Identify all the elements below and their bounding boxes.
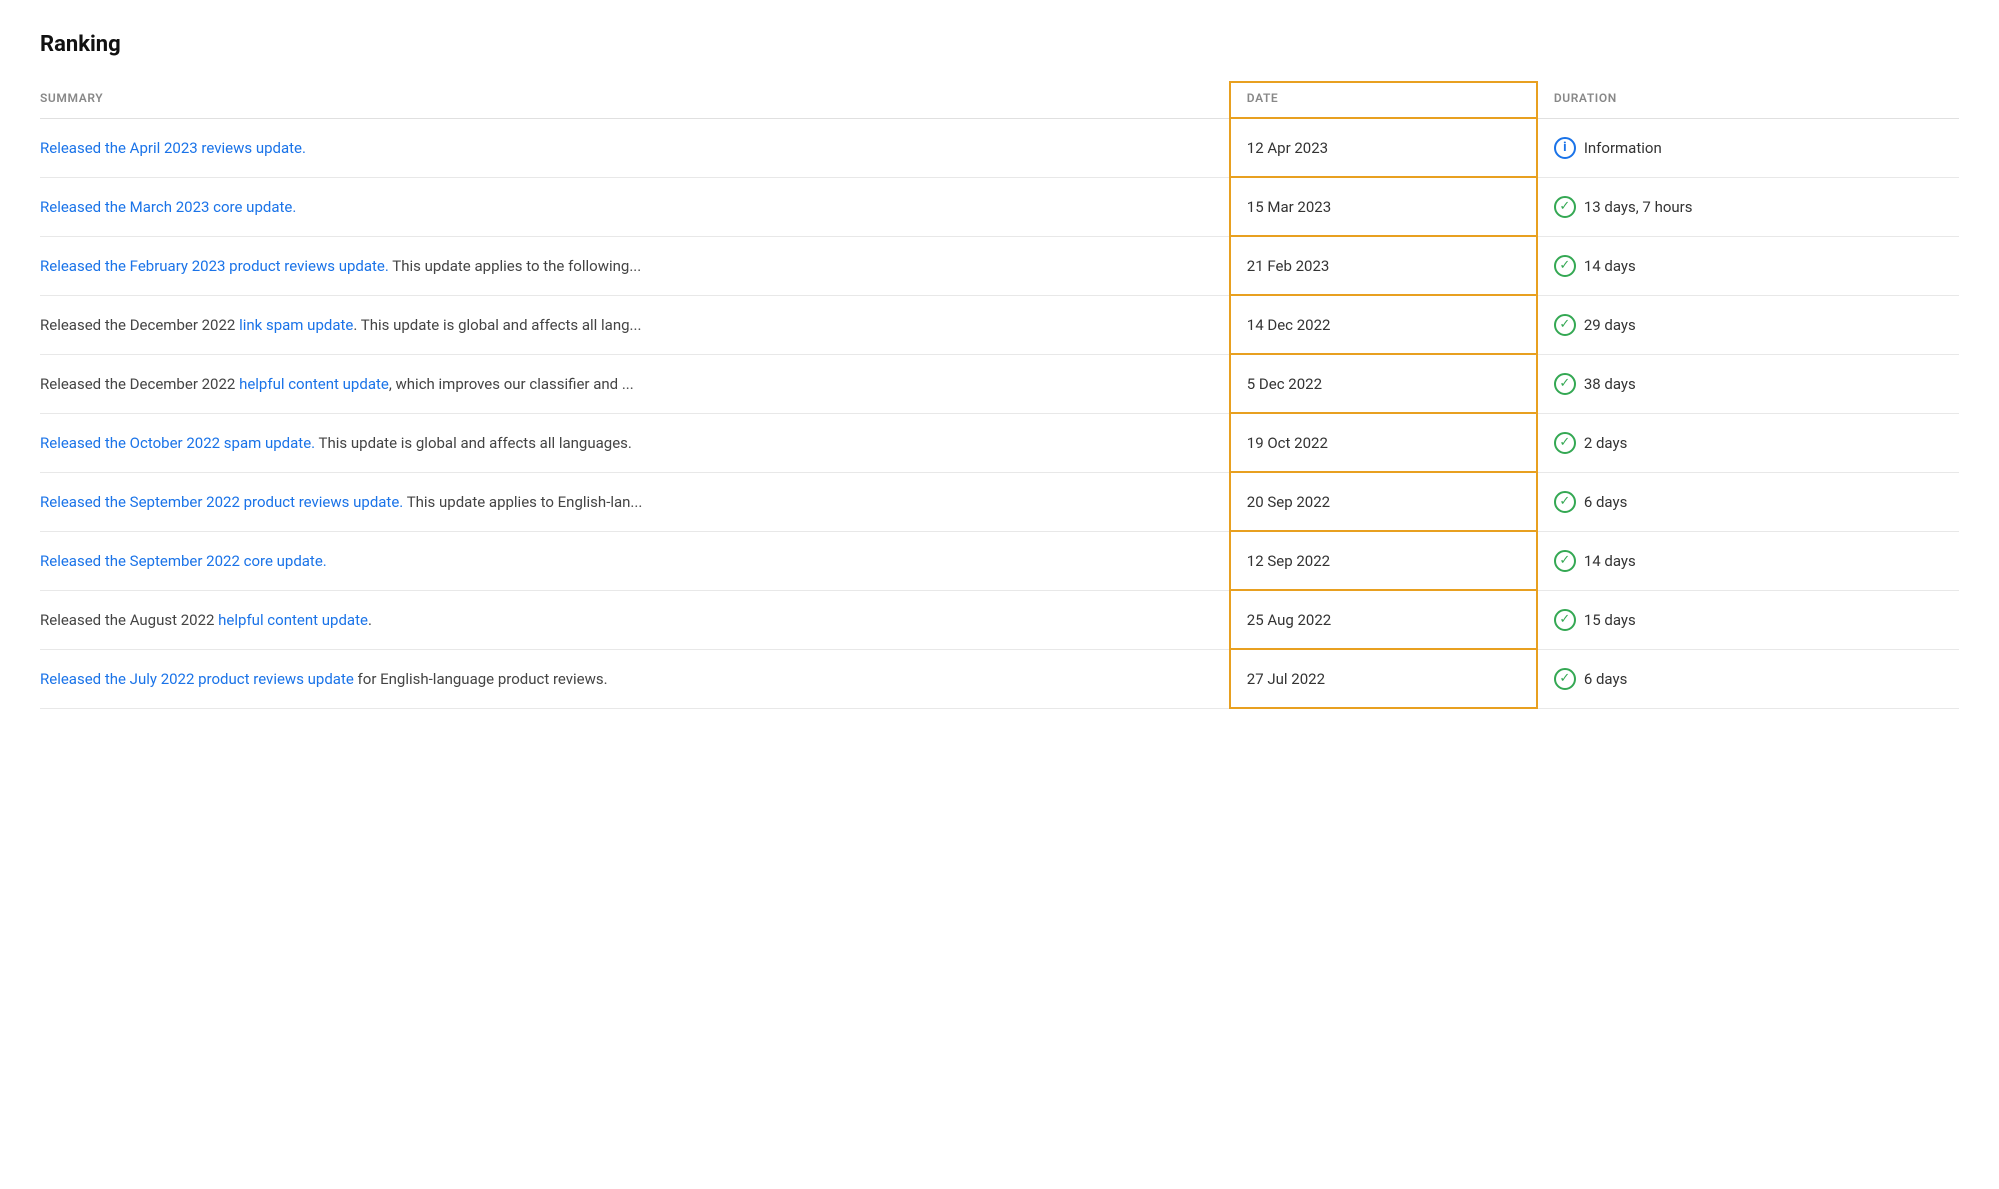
- info-icon: i: [1554, 137, 1576, 159]
- summary-cell: Released the March 2023 core update.: [40, 177, 1230, 236]
- table-row: Released the September 2022 product revi…: [40, 472, 1959, 531]
- duration-label: 29 days: [1584, 316, 1636, 334]
- column-header-duration: DURATION: [1537, 82, 1959, 118]
- summary-cell: Released the April 2023 reviews update.: [40, 118, 1230, 177]
- page-title: Ranking: [40, 32, 1959, 57]
- summary-text: , which improves our classifier and ...: [389, 375, 634, 393]
- summary-cell: Released the September 2022 product revi…: [40, 472, 1230, 531]
- table-row: Released the March 2023 core update. 15 M…: [40, 177, 1959, 236]
- date-cell: 19 Oct 2022: [1230, 413, 1537, 472]
- table-row: Released the October 2022 spam update. T…: [40, 413, 1959, 472]
- date-cell: 20 Sep 2022: [1230, 472, 1537, 531]
- duration-cell: ✓ 13 days, 7 hours: [1537, 177, 1959, 236]
- duration-cell: ✓ 29 days: [1537, 295, 1959, 354]
- check-icon: ✓: [1554, 491, 1576, 513]
- duration-cell: ✓ 6 days: [1537, 649, 1959, 708]
- duration-cell: ✓ 15 days: [1537, 590, 1959, 649]
- duration-cell: ✓ 14 days: [1537, 531, 1959, 590]
- column-header-date: DATE: [1230, 82, 1537, 118]
- check-icon: ✓: [1554, 196, 1576, 218]
- duration-label: 6 days: [1584, 670, 1628, 688]
- summary-link[interactable]: helpful content update: [239, 375, 389, 393]
- date-cell: 5 Dec 2022: [1230, 354, 1537, 413]
- check-icon: ✓: [1554, 432, 1576, 454]
- duration-cell: ✓ 14 days: [1537, 236, 1959, 295]
- check-icon: ✓: [1554, 314, 1576, 336]
- duration-label: 13 days, 7 hours: [1584, 198, 1693, 216]
- duration-label: 14 days: [1584, 552, 1636, 570]
- duration-label: 15 days: [1584, 611, 1636, 629]
- summary-text: . This update is global and affects all …: [353, 316, 641, 334]
- date-cell: 12 Sep 2022: [1230, 531, 1537, 590]
- duration-label: 6 days: [1584, 493, 1628, 511]
- column-header-summary: SUMMARY: [40, 82, 1230, 118]
- summary-cell: Released the February 2023 product revie…: [40, 236, 1230, 295]
- summary-link[interactable]: link spam update: [239, 316, 353, 334]
- date-cell: 25 Aug 2022: [1230, 590, 1537, 649]
- duration-cell: i Information: [1537, 118, 1959, 177]
- table-row: Released the December 2022 link spam upd…: [40, 295, 1959, 354]
- ranking-table: SUMMARY DATE DURATION Released the April…: [40, 81, 1959, 709]
- summary-text: Released: [40, 611, 101, 629]
- check-icon: ✓: [1554, 373, 1576, 395]
- summary-text: for English-language product reviews.: [354, 670, 608, 688]
- table-row: Released the August 2022 helpful content…: [40, 590, 1959, 649]
- duration-cell: ✓ 38 days: [1537, 354, 1959, 413]
- summary-link[interactable]: Released the September 2022 product revi…: [40, 493, 403, 511]
- summary-cell: Released the October 2022 spam update. T…: [40, 413, 1230, 472]
- check-icon: ✓: [1554, 609, 1576, 631]
- check-icon: ✓: [1554, 550, 1576, 572]
- summary-cell: Released the December 2022 link spam upd…: [40, 295, 1230, 354]
- table-row: Released the July 2022 product reviews u…: [40, 649, 1959, 708]
- date-cell: 27 Jul 2022: [1230, 649, 1537, 708]
- date-cell: 21 Feb 2023: [1230, 236, 1537, 295]
- duration-label: 38 days: [1584, 375, 1636, 393]
- summary-text: Released: [40, 316, 101, 334]
- summary-cell: Released the August 2022 helpful content…: [40, 590, 1230, 649]
- summary-link[interactable]: Released the September 2022 core update.: [40, 552, 327, 570]
- summary-text: This update is global and affects all la…: [315, 434, 632, 452]
- summary-link[interactable]: Released the October 2022 spam update.: [40, 434, 315, 452]
- summary-text: This update applies to the following...: [389, 257, 641, 275]
- summary-text: the August 2022: [101, 611, 218, 629]
- table-row: Released the December 2022 helpful conte…: [40, 354, 1959, 413]
- summary-link[interactable]: Released the March 2023 core update.: [40, 198, 296, 216]
- table-row: Released the February 2023 product revie…: [40, 236, 1959, 295]
- summary-link[interactable]: Released the July 2022 product reviews u…: [40, 670, 354, 688]
- check-icon: ✓: [1554, 668, 1576, 690]
- check-icon: ✓: [1554, 255, 1576, 277]
- table-row: Released the September 2022 core update.…: [40, 531, 1959, 590]
- duration-cell: ✓ 2 days: [1537, 413, 1959, 472]
- summary-cell: Released the September 2022 core update.: [40, 531, 1230, 590]
- summary-cell: Released the December 2022 helpful conte…: [40, 354, 1230, 413]
- date-cell: 12 Apr 2023: [1230, 118, 1537, 177]
- summary-link[interactable]: Released the February 2023 product revie…: [40, 257, 389, 275]
- table-row: Released the April 2023 reviews update. 1…: [40, 118, 1959, 177]
- summary-cell: Released the July 2022 product reviews u…: [40, 649, 1230, 708]
- duration-cell: ✓ 6 days: [1537, 472, 1959, 531]
- summary-link[interactable]: helpful content update: [218, 611, 368, 629]
- date-cell: 15 Mar 2023: [1230, 177, 1537, 236]
- date-cell: 14 Dec 2022: [1230, 295, 1537, 354]
- summary-text: the December 2022: [101, 316, 239, 334]
- summary-link[interactable]: Released the April 2023 reviews update.: [40, 139, 306, 157]
- duration-label: 2 days: [1584, 434, 1628, 452]
- duration-label: Information: [1584, 139, 1662, 157]
- summary-text: This update applies to English-lan...: [403, 493, 642, 511]
- duration-label: 14 days: [1584, 257, 1636, 275]
- summary-text: Released the December 2022: [40, 375, 239, 393]
- summary-text: .: [368, 611, 372, 629]
